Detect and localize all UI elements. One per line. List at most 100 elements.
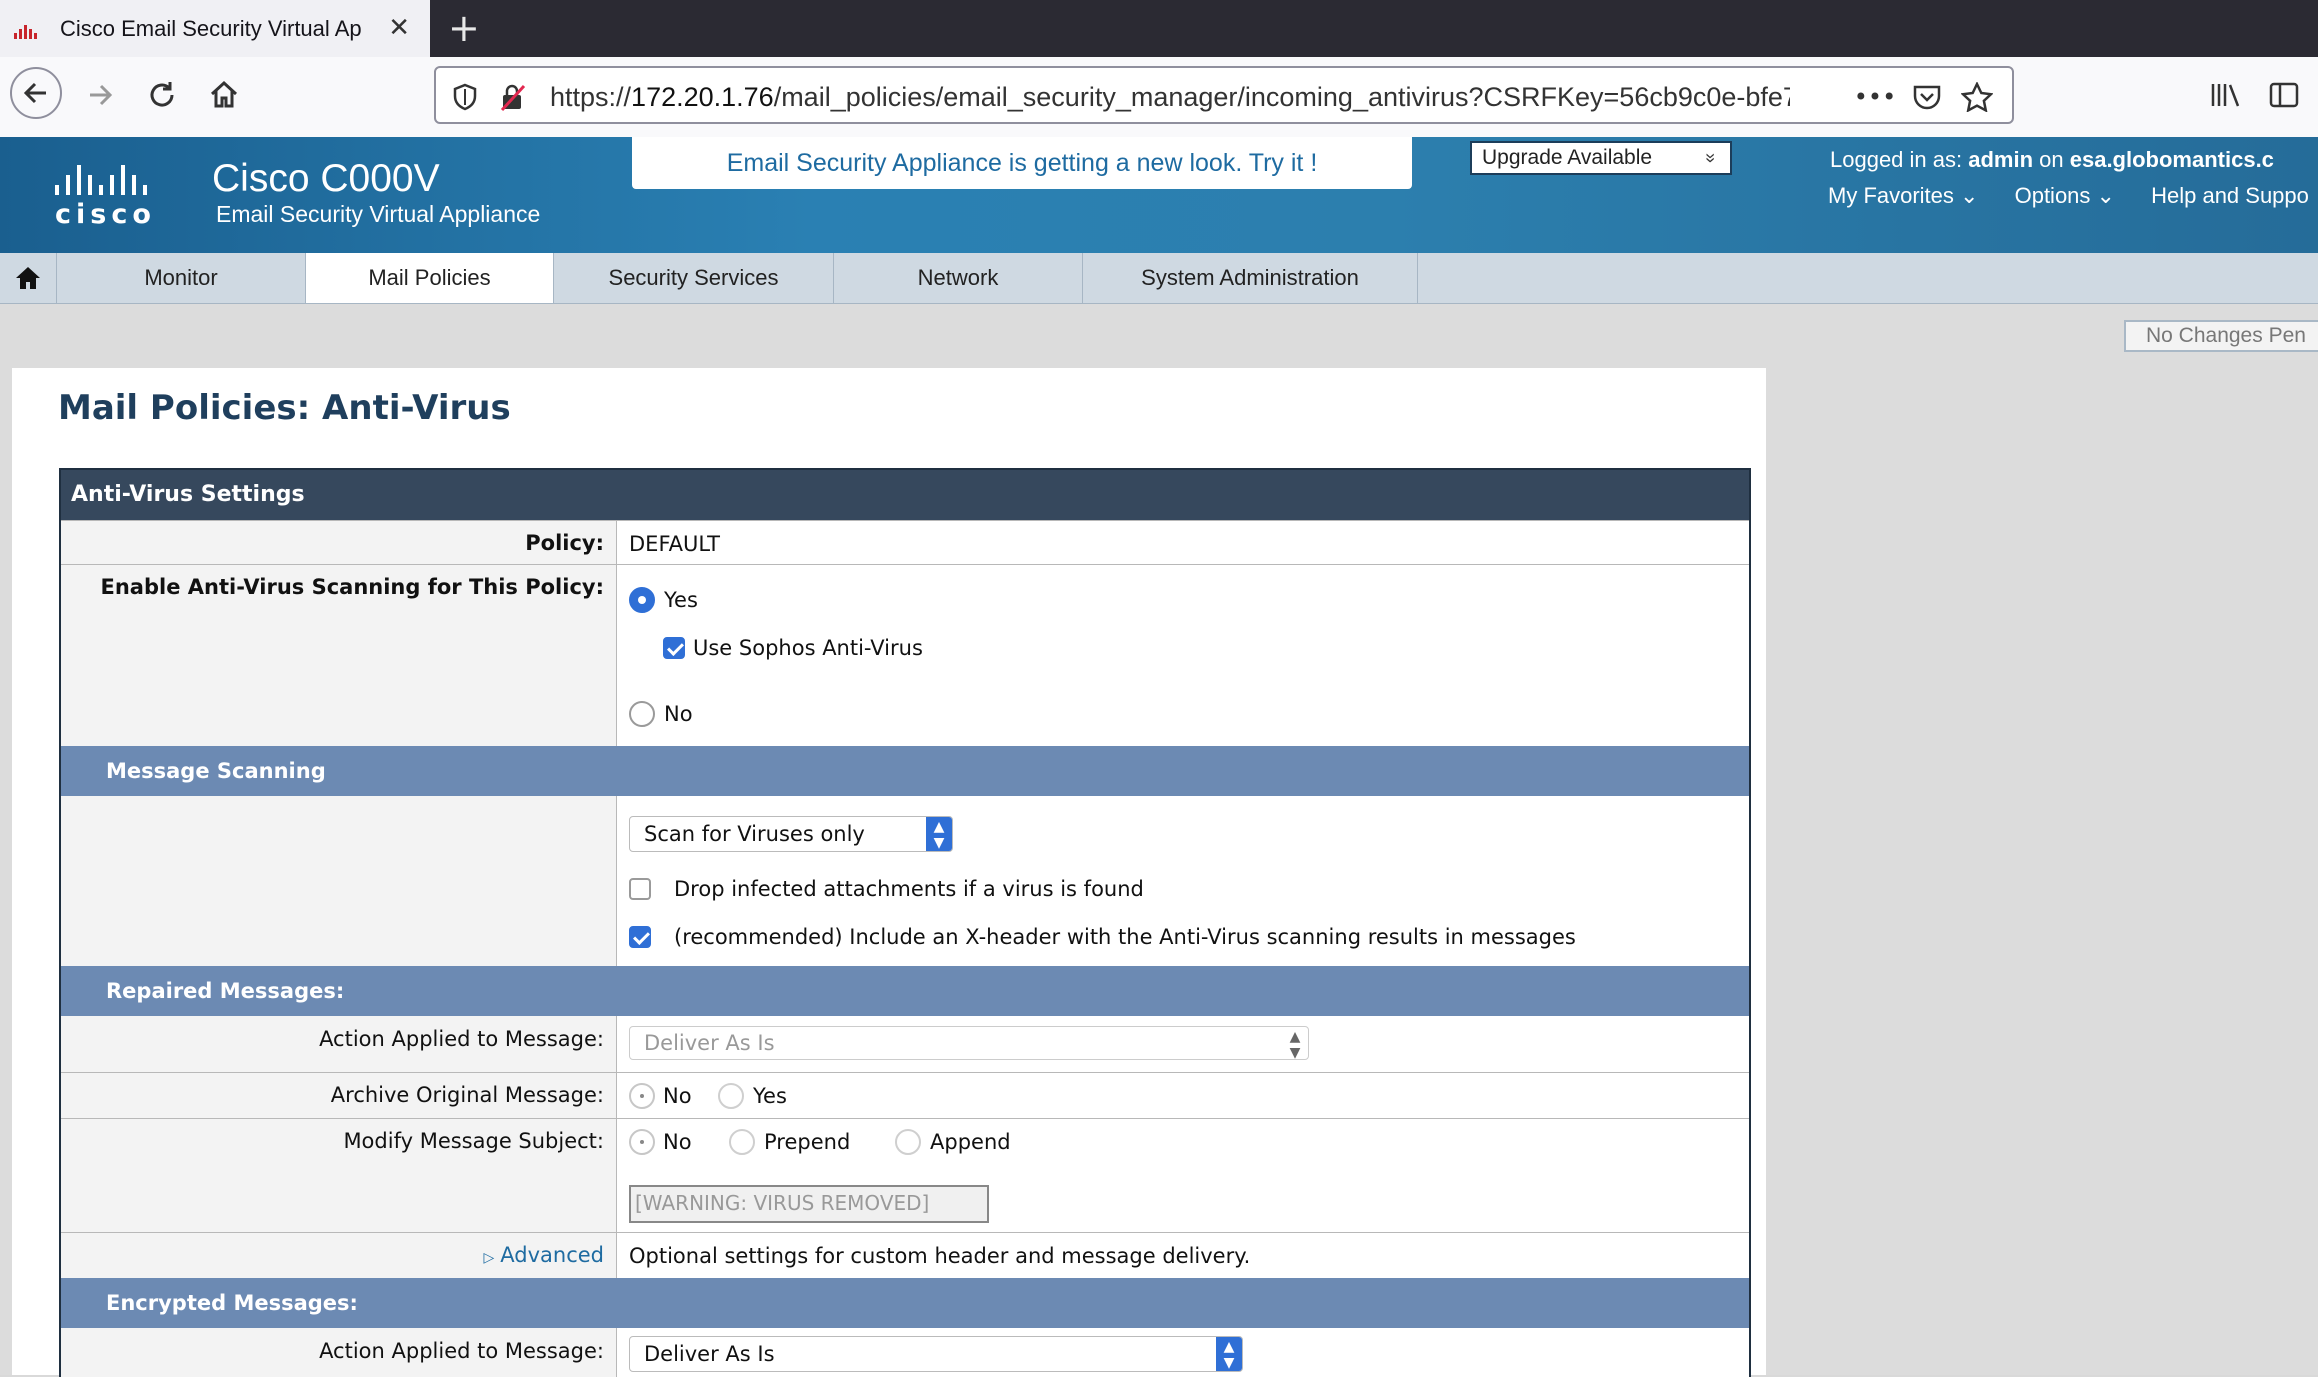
- archive-no-radio[interactable]: [629, 1083, 655, 1109]
- url-text[interactable]: https://172.20.1.76/mail_policies/email_…: [550, 82, 1790, 112]
- tab-mail-policies[interactable]: Mail Policies: [306, 253, 554, 303]
- select-arrows-icon: ▲ ▼: [1289, 1029, 1301, 1061]
- advanced-description: Optional settings for custom header and …: [629, 1244, 1251, 1268]
- modify-prepend-radio[interactable]: [729, 1129, 755, 1155]
- use-sophos-checkbox[interactable]: [663, 637, 685, 659]
- enable-yes-radio[interactable]: [629, 587, 655, 613]
- insecure-lock-icon[interactable]: [496, 80, 530, 114]
- enable-no-radio[interactable]: [629, 701, 655, 727]
- browser-navbar: https://172.20.1.76/mail_policies/email_…: [0, 57, 2318, 138]
- logged-in-prefix: Logged in as:: [1830, 147, 1969, 172]
- library-icon[interactable]: [2204, 73, 2248, 117]
- expand-arrow-icon[interactable]: ▷: [483, 1250, 494, 1266]
- upgrade-label: Upgrade Available: [1482, 146, 1653, 169]
- drop-infected-checkbox[interactable]: [629, 878, 651, 900]
- url-bar[interactable]: https://172.20.1.76/mail_policies/email_…: [434, 66, 2014, 124]
- modify-subject-label: Modify Message Subject:: [61, 1119, 617, 1232]
- archive-yes-radio[interactable]: [718, 1083, 744, 1109]
- encrypted-action-select[interactable]: Deliver As Is ▲ ▼: [629, 1336, 1243, 1372]
- back-button[interactable]: [10, 67, 62, 119]
- pocket-icon[interactable]: [1910, 80, 1944, 114]
- subject-text-field[interactable]: [WARNING: VIRUS REMOVED]: [629, 1185, 989, 1223]
- archive-original-label: Archive Original Message:: [61, 1073, 617, 1118]
- tab-system-administration[interactable]: System Administration: [1083, 253, 1418, 303]
- tab-title: Cisco Email Security Virtual Ap: [60, 15, 362, 41]
- cisco-logo: cisco: [55, 165, 175, 235]
- home-icon: [210, 80, 238, 108]
- modify-subject-cell: No Prepend Append [WARNING: VIRUS REMOVE…: [617, 1119, 1749, 1232]
- cisco-bridge-icon: [55, 165, 175, 195]
- bookmark-star-icon[interactable]: [1960, 80, 1994, 114]
- sidebar-toggle-icon[interactable]: [2262, 73, 2306, 117]
- product-name: Cisco C000V: [212, 157, 440, 200]
- nav-home[interactable]: [0, 253, 57, 303]
- xheader-label: (recommended) Include an X-header with t…: [674, 925, 1576, 949]
- enable-no-label: No: [664, 702, 693, 726]
- logged-in-info: Logged in as: admin on esa.globomantics.…: [1830, 147, 2274, 173]
- close-tab-icon[interactable]: ✕: [388, 14, 410, 42]
- encrypted-messages-section: Encrypted Messages:: [61, 1278, 1749, 1328]
- browser-tab[interactable]: Cisco Email Security Virtual Ap ✕: [0, 0, 430, 57]
- app-header: cisco Cisco C000V Email Security Virtual…: [0, 137, 2318, 253]
- url-host: 172.20.1.76: [631, 82, 774, 112]
- archive-yes-label: Yes: [753, 1084, 787, 1108]
- reload-icon: [150, 82, 174, 107]
- advanced-desc-cell: Optional settings for custom header and …: [617, 1233, 1749, 1278]
- tab-monitor[interactable]: Monitor: [57, 253, 306, 303]
- modify-prepend-label: Prepend: [764, 1130, 851, 1154]
- forward-button[interactable]: [72, 67, 128, 123]
- forward-arrow-icon: [90, 84, 113, 106]
- use-sophos-label: Use Sophos Anti-Virus: [693, 636, 923, 660]
- main-nav: Monitor Mail Policies Security Services …: [0, 253, 2318, 304]
- advanced-link[interactable]: Advanced: [500, 1243, 604, 1267]
- new-tab-button[interactable]: +: [448, 8, 480, 48]
- reload-button[interactable]: [134, 67, 190, 123]
- message-scanning-cell: Scan for Viruses only ▲ ▼ Drop infected a…: [617, 796, 1749, 966]
- modify-no-label: No: [663, 1130, 692, 1154]
- chevron-down-icon: »: [1700, 152, 1721, 164]
- back-arrow-icon: [23, 82, 46, 104]
- browser-tab-bar: Cisco Email Security Virtual Ap ✕ +: [0, 0, 2318, 57]
- home-button[interactable]: [196, 67, 252, 123]
- commit-status-button[interactable]: No Changes Pen: [2124, 320, 2318, 352]
- drop-infected-label: Drop infected attachments if a virus is …: [674, 877, 1144, 901]
- scan-mode-select[interactable]: Scan for Viruses only ▲ ▼: [629, 816, 953, 852]
- page-actions-icon[interactable]: •••: [1854, 80, 1896, 114]
- repaired-action-label: Action Applied to Message:: [61, 1016, 617, 1072]
- message-scanning-label-cell: [61, 796, 617, 966]
- archive-no-label: No: [663, 1084, 692, 1108]
- repaired-action-cell: Deliver As Is ▲ ▼: [617, 1016, 1749, 1072]
- cisco-wordmark: cisco: [55, 199, 156, 230]
- archive-original-row: Archive Original Message: No Yes: [61, 1072, 1749, 1118]
- tab-network[interactable]: Network: [834, 253, 1083, 303]
- xheader-checkbox[interactable]: [629, 926, 651, 948]
- modify-append-radio[interactable]: [895, 1129, 921, 1155]
- settings-header: Anti-Virus Settings: [61, 470, 1749, 520]
- cisco-favicon-icon: [14, 19, 44, 39]
- scan-mode-value: Scan for Viruses only: [644, 822, 865, 846]
- page-title: Mail Policies: Anti-Virus: [58, 388, 511, 428]
- modify-no-radio[interactable]: [629, 1129, 655, 1155]
- select-arrows-icon: ▲ ▼: [926, 817, 952, 851]
- policy-value: DEFAULT: [629, 532, 720, 556]
- my-favorites-menu[interactable]: My Favorites ⌄: [1828, 183, 1978, 208]
- shield-icon[interactable]: [448, 80, 482, 114]
- logged-in-user: admin: [1968, 147, 2034, 172]
- message-scanning-section: Message Scanning: [61, 746, 1749, 796]
- advanced-label-cell: ▷ Advanced: [61, 1233, 617, 1278]
- options-menu[interactable]: Options ⌄: [2015, 183, 2115, 208]
- message-scanning-row: Scan for Viruses only ▲ ▼ Drop infected a…: [61, 796, 1749, 966]
- tab-security-services[interactable]: Security Services: [554, 253, 834, 303]
- help-support-menu[interactable]: Help and Suppo: [2151, 183, 2309, 208]
- repaired-action-select[interactable]: Deliver As Is ▲ ▼: [629, 1026, 1309, 1061]
- logged-in-host: esa.globomantics.c: [2069, 147, 2274, 172]
- encrypted-action-cell: Deliver As Is ▲ ▼: [617, 1328, 1749, 1377]
- antivirus-settings-table: Anti-Virus Settings Policy: DEFAULT Enab…: [59, 468, 1751, 1377]
- enable-scanning-cell: Yes Use Sophos Anti-Virus No: [617, 565, 1749, 746]
- select-arrows-icon: ▲ ▼: [1216, 1337, 1242, 1371]
- upgrade-dropdown[interactable]: Upgrade Available »: [1470, 141, 1732, 175]
- enable-scanning-row: Enable Anti-Virus Scanning for This Poli…: [61, 564, 1749, 746]
- repaired-action-row: Action Applied to Message: Deliver As Is…: [61, 1016, 1749, 1072]
- repaired-messages-section: Repaired Messages:: [61, 966, 1749, 1016]
- new-look-banner[interactable]: Email Security Appliance is getting a ne…: [632, 137, 1412, 189]
